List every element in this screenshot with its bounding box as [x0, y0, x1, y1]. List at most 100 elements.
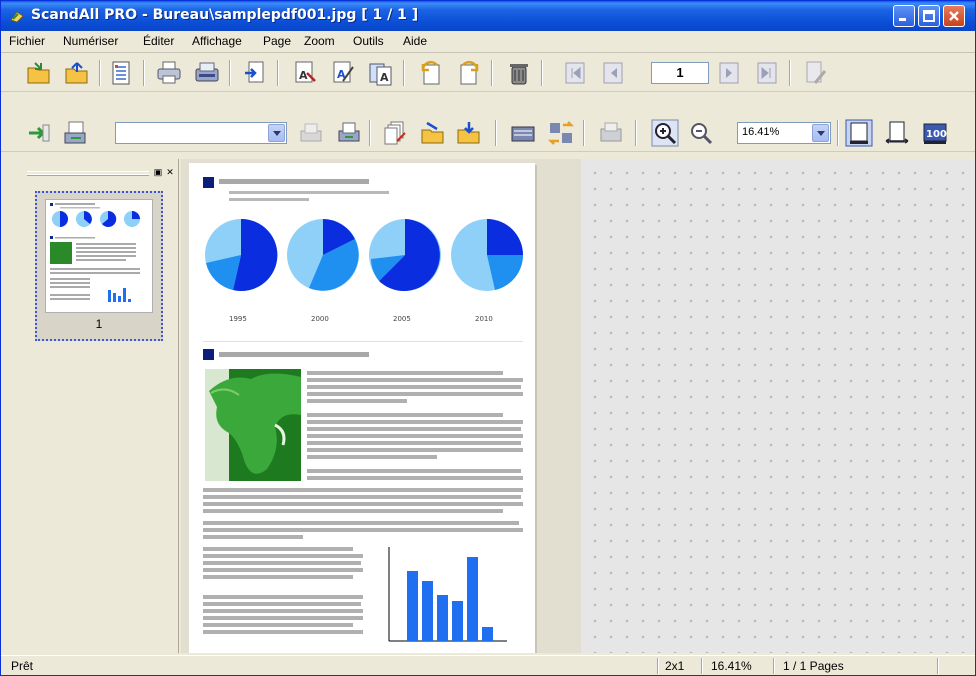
zoom-select[interactable]: 16.41% — [737, 122, 831, 144]
pie-chart-2005 — [369, 219, 441, 291]
menu-zoom[interactable]: Zoom — [304, 34, 335, 48]
next-page-button[interactable] — [715, 59, 743, 87]
menu-outils[interactable]: Outils — [353, 34, 384, 48]
edit-page-button[interactable] — [801, 59, 829, 87]
actual-size-button[interactable]: 100 — [921, 119, 949, 147]
panel-float-button[interactable]: ▣ — [153, 167, 163, 177]
maximize-button[interactable] — [918, 5, 940, 27]
menu-page[interactable]: Page — [263, 34, 291, 48]
import-button[interactable] — [241, 59, 269, 87]
menu-aide[interactable]: Aide — [403, 34, 427, 48]
fit-page-icon — [845, 119, 873, 147]
close-button[interactable] — [943, 5, 965, 27]
panel-close-button[interactable]: ✕ — [165, 167, 175, 177]
first-page-button[interactable] — [561, 59, 589, 87]
zoom-select-value: 16.41% — [742, 126, 780, 138]
menu-bar: Fichier Numériser Éditer Affichage Page … — [1, 31, 975, 53]
document-import-icon — [245, 61, 264, 83]
text-document-icon: A — [369, 63, 392, 86]
exchange-button[interactable] — [547, 119, 575, 147]
batch-scan-button[interactable] — [61, 119, 89, 147]
maximize-icon — [923, 10, 935, 22]
scanner-view-icon — [511, 126, 535, 142]
send-folder-button[interactable] — [455, 119, 483, 147]
panel-grip[interactable] — [27, 171, 149, 176]
chevron-down-icon[interactable] — [812, 124, 829, 142]
page-thumbnail[interactable]: 1 — [35, 191, 163, 341]
scanner-feed-icon — [338, 122, 360, 142]
svg-text:A: A — [380, 71, 389, 84]
properties-button[interactable] — [107, 59, 135, 87]
zoom-in-icon — [651, 119, 679, 147]
thumbnail-panel: ▣ ✕ 1 — [11, 159, 179, 653]
zoom-out-icon — [691, 123, 713, 145]
chevron-down-icon[interactable] — [268, 124, 285, 142]
close-icon — [949, 11, 959, 21]
previous-page-button[interactable] — [599, 59, 627, 87]
zoom-out-button[interactable] — [687, 119, 715, 147]
document-stack-button[interactable] — [381, 119, 409, 147]
scanner-view-button[interactable] — [509, 119, 537, 147]
scan-button[interactable] — [193, 59, 221, 87]
status-pages: 1 / 1 Pages — [783, 659, 844, 673]
fit-width-button[interactable] — [883, 119, 911, 147]
rotate-right-button[interactable] — [455, 59, 483, 87]
menu-affichage[interactable]: Affichage — [192, 34, 242, 48]
scan-settings-button[interactable] — [597, 119, 625, 147]
pie-chart-2000 — [287, 219, 359, 291]
canvas-background — [581, 159, 975, 653]
trash-can-icon — [510, 64, 528, 85]
exchange-icon — [547, 121, 575, 145]
title-bar[interactable]: ScandAll PRO - Bureau\samplepdf001.jpg [… — [1, 1, 975, 31]
pie-year-label: 2010 — [475, 315, 493, 323]
last-page-icon — [757, 62, 777, 84]
print-button[interactable] — [155, 59, 183, 87]
fit-page-button[interactable] — [845, 119, 873, 147]
ocr-icon: A — [295, 61, 316, 83]
scan-to-button[interactable] — [25, 119, 53, 147]
open-folder-button[interactable] — [25, 59, 53, 87]
document-view[interactable]: 1995 2000 2005 2010 — [181, 159, 975, 653]
last-page-button[interactable] — [753, 59, 781, 87]
scanner-feed-button[interactable] — [335, 119, 363, 147]
save-folder-button[interactable] — [63, 59, 91, 87]
app-window: ScandAll PRO - Bureau\samplepdf001.jpg [… — [0, 0, 976, 676]
previous-page-icon — [603, 62, 623, 84]
list-document-icon — [112, 61, 130, 85]
send-mail-button[interactable] — [419, 119, 447, 147]
text-recognition-button[interactable]: A — [329, 59, 357, 87]
scanner-disabled-icon — [300, 123, 322, 142]
delete-button[interactable] — [505, 59, 533, 87]
text-pen-icon: A — [333, 61, 354, 83]
scan-profile-select[interactable] — [115, 122, 287, 144]
pie-chart-1995 — [205, 218, 278, 291]
thumbnail-image — [45, 199, 153, 313]
main-toolbar: A A A 1 — [1, 54, 975, 92]
menu-numeriser[interactable]: Numériser — [63, 34, 118, 48]
minimize-button[interactable] — [893, 5, 915, 27]
menu-editer[interactable]: Éditer — [143, 34, 174, 48]
zoom-in-button[interactable] — [651, 119, 679, 147]
svg-text:A: A — [299, 69, 308, 82]
rotate-left-button[interactable] — [417, 59, 445, 87]
menu-fichier[interactable]: Fichier — [9, 34, 45, 48]
ocr-button[interactable]: A — [291, 59, 319, 87]
rotate-left-icon — [421, 60, 440, 85]
fit-width-icon — [885, 121, 909, 144]
thumbnail-label: 1 — [95, 317, 103, 331]
scanner-settings-icon — [600, 122, 622, 142]
pie-chart-2010 — [451, 219, 523, 291]
batch-scan-icon — [64, 121, 86, 144]
status-zoom: 16.41% — [711, 659, 752, 673]
scanner-icon — [195, 62, 219, 82]
thumbnail-preview — [50, 203, 140, 302]
page-number-input[interactable]: 1 — [651, 62, 709, 84]
world-map-image — [205, 369, 301, 481]
actual-size-icon: 100 — [923, 123, 947, 144]
page-image: 1995 2000 2005 2010 — [203, 177, 523, 642]
bar-chart-image — [388, 547, 507, 642]
text-export-button[interactable]: A — [367, 59, 395, 87]
scanner-settings-button[interactable] — [297, 119, 325, 147]
page-edit-icon — [806, 61, 827, 84]
open-folder-icon — [27, 62, 50, 84]
